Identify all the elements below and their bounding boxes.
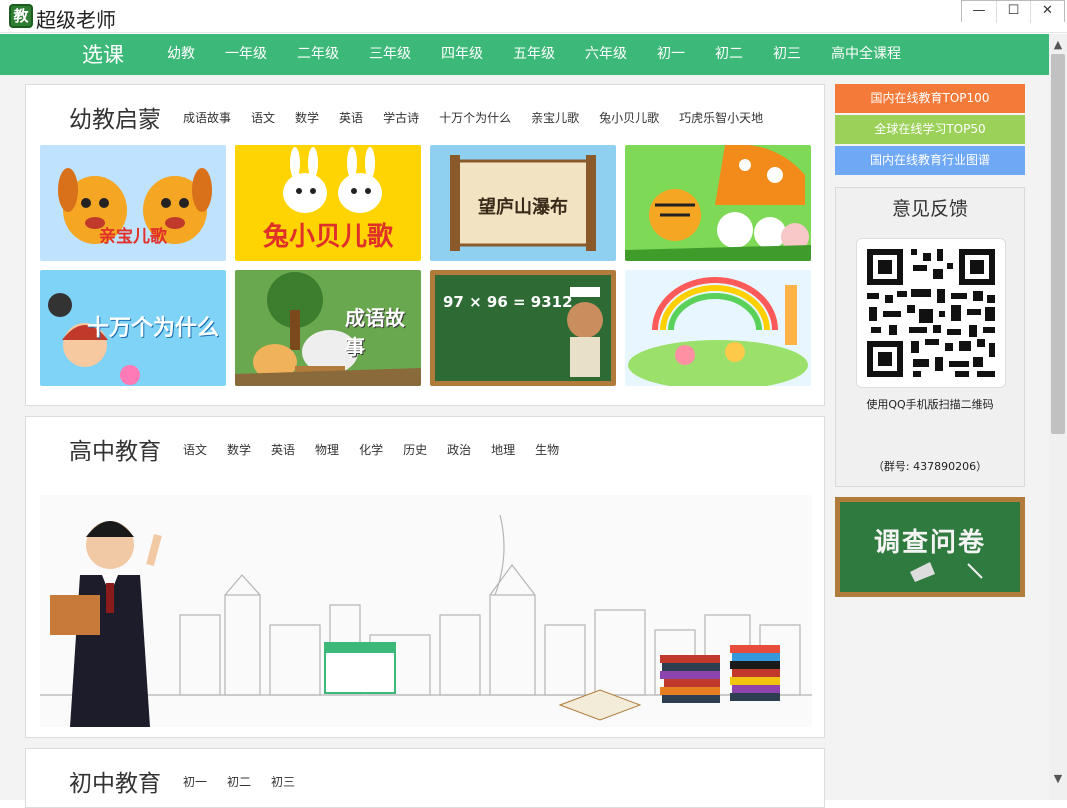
scroll-up-icon[interactable]: ▲: [1049, 36, 1067, 54]
cartoon-rainbow-image: [628, 277, 808, 386]
tag-math[interactable]: 数学: [227, 441, 251, 458]
thumb-math[interactable]: 97 × 96 = 9312: [430, 270, 616, 386]
close-button[interactable]: ✕: [1030, 1, 1064, 23]
section-middleschool: 初中教育 初一 初二 初三: [25, 748, 825, 808]
nav-item-junior3[interactable]: 初三: [758, 34, 816, 75]
thumb-poem[interactable]: 望庐山瀑布: [430, 145, 616, 261]
tag-geography[interactable]: 地理: [491, 441, 515, 458]
tag-biology[interactable]: 生物: [535, 441, 559, 458]
thumb-label: 兔小贝儿歌: [262, 222, 393, 252]
feedback-caption: 使用QQ手机版扫描二维码: [866, 398, 994, 411]
thumbnail-grid: 亲宝儿歌 兔小贝儿歌 望庐山瀑布 十万个为什么 成语故事 97 × 96 = 9…: [40, 145, 812, 386]
nav-item-grade1[interactable]: 一年级: [210, 34, 282, 75]
main-content: 幼教启蒙 成语故事 语文 数学 英语 学古诗 十万个为什么 亲宝儿歌 兔小贝儿歌…: [0, 75, 1049, 808]
thumb-label: 望庐山瀑布: [478, 197, 568, 218]
nav-course-select[interactable]: 选课: [82, 39, 124, 69]
highschool-banner[interactable]: [40, 495, 812, 727]
cartoon-tiger-image: [625, 145, 811, 261]
window-controls: — ☐ ✕: [961, 0, 1065, 23]
tag-junior2[interactable]: 初二: [227, 773, 251, 790]
section-header: 高中教育 语文 数学 英语 物理 化学 历史 政治 地理 生物: [69, 429, 569, 469]
title-bar: 教 超级老师 — ☐ ✕: [0, 0, 1067, 33]
nav-item-preschool[interactable]: 幼教: [152, 34, 210, 75]
tag-math[interactable]: 数学: [295, 109, 319, 126]
nav-item-grade4[interactable]: 四年级: [426, 34, 498, 75]
scrollbar[interactable]: ▲ ▼: [1049, 34, 1067, 800]
nav-item-grade2[interactable]: 二年级: [282, 34, 354, 75]
tag-english[interactable]: 英语: [339, 109, 363, 126]
tag-qiaohu[interactable]: 巧虎乐智小天地: [679, 109, 763, 126]
thumb-qinbao-songs[interactable]: 亲宝儿歌: [40, 145, 226, 261]
thumb-rainbow[interactable]: [625, 270, 811, 386]
thumb-label: 十万个为什么: [86, 316, 219, 341]
nav-item-junior1[interactable]: 初一: [642, 34, 700, 75]
industry-map-button[interactable]: 国内在线教育行业图谱: [835, 146, 1025, 175]
nav-item-grade5[interactable]: 五年级: [498, 34, 570, 75]
tag-tuxiaobei-songs[interactable]: 兔小贝儿歌: [599, 109, 659, 126]
maximize-button[interactable]: ☐: [996, 1, 1030, 23]
nav-item-junior2[interactable]: 初二: [700, 34, 758, 75]
tag-chinese[interactable]: 语文: [183, 441, 207, 458]
tag-chinese[interactable]: 语文: [251, 109, 275, 126]
thumb-qiaohu[interactable]: [625, 145, 811, 261]
thumb-why[interactable]: 十万个为什么: [40, 270, 226, 386]
scrollbar-thumb[interactable]: [1051, 54, 1065, 434]
survey-button[interactable]: 调查问卷: [835, 497, 1025, 597]
nav-item-grade3[interactable]: 三年级: [354, 34, 426, 75]
nav-item-grade6[interactable]: 六年级: [570, 34, 642, 75]
thumb-idioms[interactable]: 成语故事: [235, 270, 421, 386]
section-header: 幼教启蒙 成语故事 语文 数学 英语 学古诗 十万个为什么 亲宝儿歌 兔小贝儿歌…: [69, 97, 773, 137]
section-header: 初中教育 初一 初二 初三: [69, 761, 305, 801]
tag-politics[interactable]: 政治: [447, 441, 471, 458]
survey-chalkboard: 调查问卷: [840, 502, 1020, 592]
thumb-label: 97 × 96 = 9312: [443, 293, 573, 311]
top100-button[interactable]: 国内在线教育TOP100: [835, 84, 1025, 113]
student-city-illustration: [40, 514, 812, 727]
tag-poetry[interactable]: 学古诗: [383, 109, 419, 126]
thumb-label: 亲宝儿歌: [99, 227, 167, 247]
minimize-button[interactable]: —: [962, 1, 996, 23]
scroll-down-icon[interactable]: ▼: [1049, 770, 1067, 788]
tag-physics[interactable]: 物理: [315, 441, 339, 458]
tag-junior1[interactable]: 初一: [183, 773, 207, 790]
thumb-label: 成语故事: [345, 306, 405, 359]
nav-items: 幼教 一年级 二年级 三年级 四年级 五年级 六年级 初一 初二 初三 高中全课…: [152, 34, 916, 75]
section-title: 初中教育: [69, 771, 161, 797]
tag-history[interactable]: 历史: [403, 441, 427, 458]
tag-english[interactable]: 英语: [271, 441, 295, 458]
nav-bar: 选课 幼教 一年级 二年级 三年级 四年级 五年级 六年级 初一 初二 初三 高…: [0, 34, 1049, 75]
section-preschool: 幼教启蒙 成语故事 语文 数学 英语 学古诗 十万个为什么 亲宝儿歌 兔小贝儿歌…: [25, 84, 825, 406]
chalk-pencil-icon: [910, 562, 983, 582]
section-highschool: 高中教育 语文 数学 英语 物理 化学 历史 政治 地理 生物: [25, 416, 825, 738]
chalkboard-image: [567, 287, 603, 377]
tag-chemistry[interactable]: 化学: [359, 441, 383, 458]
qr-code-icon: [867, 249, 995, 377]
nav-item-highschool[interactable]: 高中全课程: [816, 34, 916, 75]
tag-why[interactable]: 十万个为什么: [439, 109, 511, 126]
tag-junior3[interactable]: 初三: [271, 773, 295, 790]
tag-qinbao-songs[interactable]: 亲宝儿歌: [531, 109, 579, 126]
feedback-panel: 意见反馈 使用QQ手机版扫描二维码 （群号: 437890206）: [835, 187, 1025, 487]
app-logo: 教: [9, 4, 33, 28]
section-title: 幼教启蒙: [69, 107, 161, 133]
feedback-title: 意见反馈: [891, 198, 968, 220]
top50-button[interactable]: 全球在线学习TOP50: [835, 115, 1025, 144]
qr-code: [856, 238, 1006, 388]
section-title: 高中教育: [69, 439, 161, 465]
tag-idioms[interactable]: 成语故事: [183, 109, 231, 126]
thumb-tuxiaobei-songs[interactable]: 兔小贝儿歌: [235, 145, 421, 261]
qq-group-number: （群号: 437890206）: [872, 460, 988, 473]
app-title: 超级老师: [36, 8, 116, 32]
